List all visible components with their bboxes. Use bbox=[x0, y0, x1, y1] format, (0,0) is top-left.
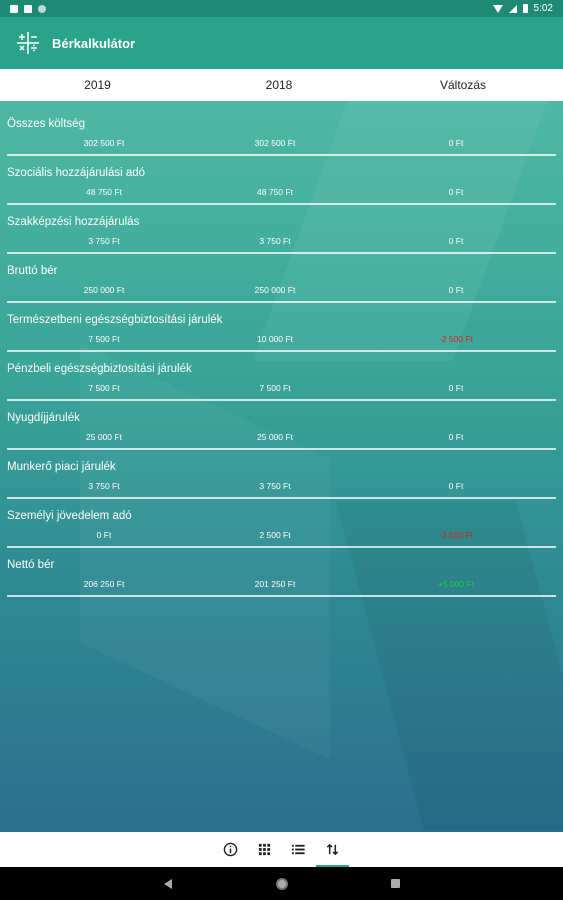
signal-icon bbox=[508, 4, 517, 13]
row-divider bbox=[7, 252, 556, 254]
info-icon[interactable] bbox=[222, 838, 239, 862]
sd-card-icon bbox=[24, 4, 32, 13]
back-icon[interactable] bbox=[161, 877, 175, 891]
value-change: 0 Ft bbox=[448, 138, 464, 148]
row-label: Munkerő piaci járulék bbox=[7, 461, 116, 473]
list-icon[interactable] bbox=[290, 838, 307, 862]
home-icon[interactable] bbox=[275, 877, 289, 891]
row-health-insurance-cash: Pénzbeli egészségbiztosítási járulék 7 5… bbox=[7, 360, 556, 409]
value-2018: 7 500 Ft bbox=[259, 383, 291, 393]
status-system: 5:02 bbox=[492, 3, 553, 14]
row-divider bbox=[7, 301, 556, 303]
row-divider bbox=[7, 350, 556, 352]
column-header: 2019 2018 Változás bbox=[0, 69, 563, 101]
row-divider bbox=[7, 399, 556, 401]
row-divider bbox=[7, 154, 556, 156]
value-2019: 7 500 Ft bbox=[88, 334, 120, 344]
value-2019: 25 000 Ft bbox=[86, 432, 122, 442]
value-2018: 10 000 Ft bbox=[257, 334, 293, 344]
system-navigation-bar bbox=[0, 867, 563, 900]
bottom-navigation bbox=[0, 832, 563, 867]
value-change: 0 Ft bbox=[448, 432, 464, 442]
compare-icon[interactable] bbox=[316, 838, 349, 867]
row-divider bbox=[7, 595, 556, 597]
value-2018: 302 500 Ft bbox=[254, 138, 296, 148]
value-2019: 302 500 Ft bbox=[83, 138, 125, 148]
value-2018: 201 250 Ft bbox=[254, 579, 296, 589]
row-divider bbox=[7, 203, 556, 205]
comparison-list: Összes költség 302 500 Ft 302 500 Ft 0 F… bbox=[7, 115, 556, 605]
value-2019: 250 000 Ft bbox=[83, 285, 125, 295]
row-label: Szakképzési hozzájárulás bbox=[7, 216, 140, 228]
row-label: Szociális hozzájárulási adó bbox=[7, 167, 146, 179]
value-2019: 3 750 Ft bbox=[88, 481, 120, 491]
row-health-insurance-in-kind: Természetbeni egészségbiztosítási járulé… bbox=[7, 311, 556, 360]
battery-icon bbox=[522, 4, 528, 13]
row-label: Bruttó bér bbox=[7, 265, 58, 277]
value-2018: 3 750 Ft bbox=[259, 481, 291, 491]
column-2019: 2019 bbox=[84, 78, 111, 92]
row-labor-market-contribution: Munkerő piaci járulék 3 750 Ft 3 750 Ft … bbox=[7, 458, 556, 507]
row-label: Nettó bér bbox=[7, 559, 55, 571]
row-label: Pénzbeli egészségbiztosítási járulék bbox=[7, 363, 192, 375]
value-2018: 3 750 Ft bbox=[259, 236, 291, 246]
row-divider bbox=[7, 448, 556, 450]
value-2018: 2 500 Ft bbox=[259, 530, 291, 540]
app-title: Bérkalkulátor bbox=[52, 35, 136, 51]
row-pension-contribution: Nyugdíjjárulék 25 000 Ft 25 000 Ft 0 Ft bbox=[7, 409, 556, 458]
row-social-contribution-tax: Szociális hozzájárulási adó 48 750 Ft 48… bbox=[7, 164, 556, 213]
comparison-panel: Összes költség 302 500 Ft 302 500 Ft 0 F… bbox=[0, 101, 563, 832]
column-change: Változás bbox=[439, 78, 487, 92]
sync-icon bbox=[38, 4, 46, 13]
row-label: Összes költség bbox=[7, 118, 85, 130]
value-change: 0 Ft bbox=[448, 236, 464, 246]
row-total-cost: Összes költség 302 500 Ft 302 500 Ft 0 F… bbox=[7, 115, 556, 164]
status-bar: 5:02 bbox=[0, 0, 563, 17]
row-gross-salary: Bruttó bér 250 000 Ft 250 000 Ft 0 Ft bbox=[7, 262, 556, 311]
row-net-salary: Nettó bér 206 250 Ft 201 250 Ft +5 000 F… bbox=[7, 556, 556, 605]
value-change: 0 Ft bbox=[448, 383, 464, 393]
value-change: -2 500 Ft bbox=[438, 334, 474, 344]
value-2019: 206 250 Ft bbox=[83, 579, 125, 589]
row-divider bbox=[7, 497, 556, 499]
recents-icon[interactable] bbox=[389, 877, 403, 891]
column-2018: 2018 bbox=[265, 78, 293, 92]
row-divider bbox=[7, 546, 556, 548]
row-label: Nyugdíjjárulék bbox=[7, 412, 80, 424]
row-label: Természetbeni egészségbiztosítási járulé… bbox=[7, 314, 223, 326]
status-time: 5:02 bbox=[533, 3, 553, 14]
value-2018: 48 750 Ft bbox=[257, 187, 293, 197]
status-notifications bbox=[10, 4, 46, 13]
value-change: 0 Ft bbox=[448, 481, 464, 491]
calculator-icon[interactable] bbox=[16, 31, 40, 55]
row-personal-income-tax: Személyi jövedelem adó 0 Ft 2 500 Ft -2 … bbox=[7, 507, 556, 556]
grid-icon[interactable] bbox=[256, 838, 273, 862]
value-change: +5 000 Ft bbox=[437, 579, 475, 589]
wifi-icon bbox=[492, 4, 503, 13]
value-2019: 0 Ft bbox=[96, 530, 112, 540]
value-2018: 25 000 Ft bbox=[257, 432, 293, 442]
row-vocational-training-contribution: Szakképzési hozzájárulás 3 750 Ft 3 750 … bbox=[7, 213, 556, 262]
value-change: 0 Ft bbox=[448, 285, 464, 295]
value-2019: 7 500 Ft bbox=[88, 383, 120, 393]
app-bar: Bérkalkulátor bbox=[0, 17, 563, 69]
row-label: Személyi jövedelem adó bbox=[7, 510, 132, 522]
value-change: 0 Ft bbox=[448, 187, 464, 197]
value-2019: 3 750 Ft bbox=[88, 236, 120, 246]
value-2018: 250 000 Ft bbox=[254, 285, 296, 295]
notification-icon bbox=[10, 4, 18, 13]
value-change: -2 500 Ft bbox=[438, 530, 474, 540]
value-2019: 48 750 Ft bbox=[86, 187, 122, 197]
